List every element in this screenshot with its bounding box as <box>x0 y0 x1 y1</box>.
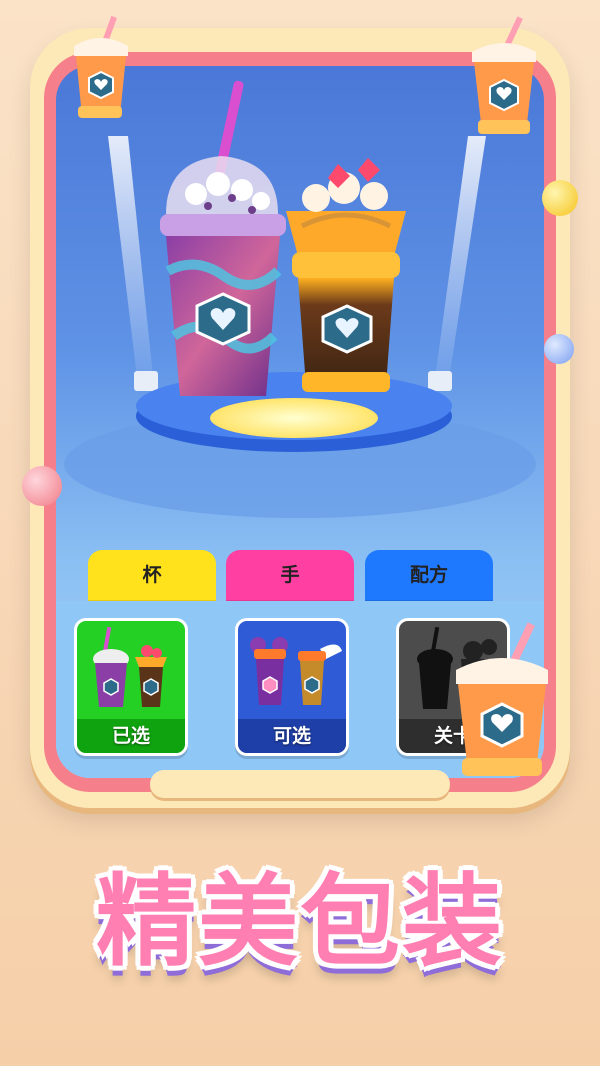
spotlight-right-icon <box>428 371 452 391</box>
blue-ball-icon <box>544 334 574 364</box>
mouse-wing-cups-thumbnail-icon <box>250 637 342 705</box>
promo-headline: 精美包装 <box>96 863 504 980</box>
spotlight-left-icon <box>134 371 158 391</box>
pedestal-light <box>210 398 378 438</box>
spotlight-beam-right <box>434 136 486 386</box>
cup-card-selected[interactable]: 已选 <box>74 618 188 756</box>
card-status-label: 可选 <box>238 719 346 753</box>
spotlight-beam-left <box>108 136 154 386</box>
corner-cup-bottom-right-icon <box>456 622 548 776</box>
corner-cup-top-left-icon <box>74 16 128 118</box>
purple-frappe-cup-icon <box>160 80 286 396</box>
cup-showcase-scene <box>64 80 536 518</box>
yellow-ball-icon <box>542 180 578 216</box>
coffee-frappe-cup-icon <box>286 158 406 392</box>
pink-ball-icon <box>22 466 62 506</box>
corner-cup-top-right-icon <box>472 16 536 134</box>
card-status-label: 已选 <box>77 719 185 753</box>
cup-card-available[interactable]: 可选 <box>235 618 349 756</box>
cup-pair-thumbnail-icon <box>93 626 167 707</box>
tab-recipe[interactable]: 配方 <box>365 550 493 606</box>
tab-hand[interactable]: 手 <box>226 550 354 606</box>
tab-cup[interactable]: 杯 <box>88 550 216 606</box>
frame-bottom-tab <box>150 770 450 798</box>
